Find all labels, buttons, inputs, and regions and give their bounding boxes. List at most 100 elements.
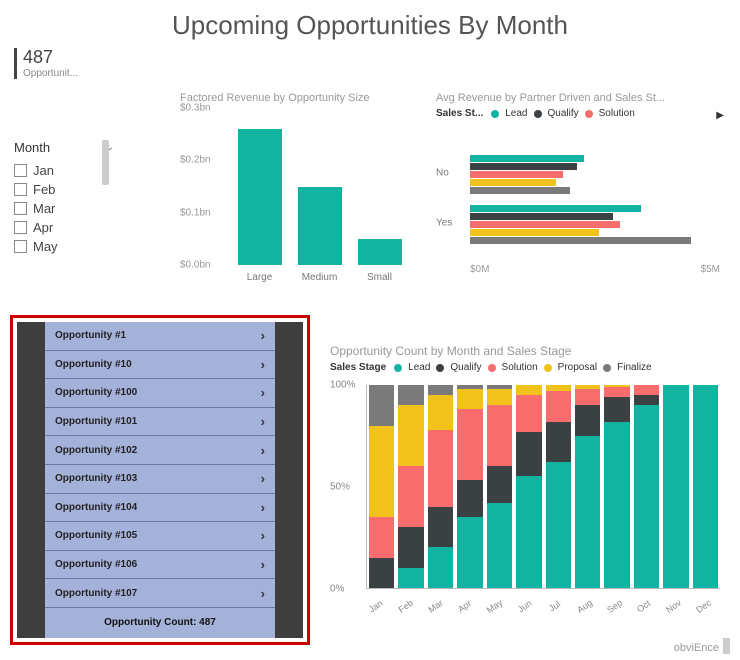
bar[interactable] bbox=[470, 163, 577, 170]
slicer-item[interactable]: Feb bbox=[14, 180, 114, 199]
chart-opportunity-count[interactable]: Opportunity Count by Month and Sales Sta… bbox=[330, 344, 726, 644]
list-item[interactable]: Opportunity #107› bbox=[45, 579, 275, 608]
chevron-right-icon[interactable]: › bbox=[261, 557, 265, 572]
list-item[interactable]: Opportunity #105› bbox=[45, 522, 275, 551]
chevron-right-icon[interactable]: › bbox=[261, 586, 265, 601]
bar-segment[interactable] bbox=[604, 397, 629, 421]
bar[interactable] bbox=[298, 187, 342, 266]
legend-next-icon[interactable]: ▶ bbox=[716, 110, 724, 121]
bar-segment[interactable] bbox=[369, 517, 394, 558]
bar-segment[interactable] bbox=[369, 385, 394, 426]
bar-segment[interactable] bbox=[634, 395, 659, 405]
stacked-bar[interactable] bbox=[546, 385, 571, 588]
bar[interactable] bbox=[470, 213, 613, 220]
bar-segment[interactable] bbox=[428, 507, 453, 548]
bar-segment[interactable] bbox=[634, 385, 659, 395]
checkbox-icon[interactable] bbox=[14, 240, 27, 253]
stacked-bar[interactable] bbox=[516, 385, 541, 588]
bar-segment[interactable] bbox=[604, 387, 629, 397]
list-item[interactable]: Opportunity #10› bbox=[45, 351, 275, 380]
list-item[interactable]: Opportunity #102› bbox=[45, 436, 275, 465]
stacked-bar[interactable] bbox=[487, 385, 512, 588]
bar[interactable] bbox=[470, 179, 556, 186]
chevron-right-icon[interactable]: › bbox=[261, 357, 265, 372]
bar-segment[interactable] bbox=[516, 385, 541, 395]
stacked-bar[interactable] bbox=[693, 385, 718, 588]
bar-segment[interactable] bbox=[604, 422, 629, 588]
bar-segment[interactable] bbox=[428, 430, 453, 507]
stacked-bar[interactable] bbox=[457, 385, 482, 588]
bar[interactable] bbox=[470, 155, 584, 162]
bar-segment[interactable] bbox=[457, 389, 482, 409]
bar-segment[interactable] bbox=[693, 385, 718, 588]
bar-segment[interactable] bbox=[516, 476, 541, 588]
checkbox-icon[interactable] bbox=[14, 183, 27, 196]
bar-segment[interactable] bbox=[428, 547, 453, 588]
bar-segment[interactable] bbox=[428, 395, 453, 430]
opportunity-list-visual[interactable]: Opportunity #1›Opportunity #10›Opportuni… bbox=[10, 315, 310, 645]
bar-segment[interactable] bbox=[369, 558, 394, 588]
bar-segment[interactable] bbox=[634, 405, 659, 588]
slicer-item[interactable]: Mar bbox=[14, 199, 114, 218]
stacked-bar[interactable] bbox=[428, 385, 453, 588]
bar-segment[interactable] bbox=[398, 466, 423, 527]
stacked-bar[interactable] bbox=[604, 385, 629, 588]
chart-factored-revenue[interactable]: Factored Revenue by Opportunity Size $0.… bbox=[180, 92, 415, 302]
bar[interactable] bbox=[358, 239, 402, 265]
bar[interactable] bbox=[470, 187, 570, 194]
list-item[interactable]: Opportunity #104› bbox=[45, 494, 275, 523]
bar-segment[interactable] bbox=[546, 462, 571, 588]
list-item[interactable]: Opportunity #103› bbox=[45, 465, 275, 494]
bar-segment[interactable] bbox=[457, 409, 482, 480]
chevron-right-icon[interactable]: › bbox=[261, 471, 265, 486]
bar-segment[interactable] bbox=[516, 395, 541, 432]
checkbox-icon[interactable] bbox=[14, 221, 27, 234]
bar-segment[interactable] bbox=[487, 503, 512, 588]
bar-segment[interactable] bbox=[546, 422, 571, 463]
bar-segment[interactable] bbox=[575, 405, 600, 435]
checkbox-icon[interactable] bbox=[14, 202, 27, 215]
bar[interactable] bbox=[470, 171, 563, 178]
bar-segment[interactable] bbox=[516, 432, 541, 477]
list-item[interactable]: Opportunity #100› bbox=[45, 379, 275, 408]
bar-segment[interactable] bbox=[457, 480, 482, 517]
bar[interactable] bbox=[470, 229, 599, 236]
stacked-bar[interactable] bbox=[398, 385, 423, 588]
bar-segment[interactable] bbox=[369, 426, 394, 517]
slicer-scrollbar[interactable] bbox=[102, 140, 109, 185]
bar[interactable] bbox=[238, 129, 282, 265]
bar[interactable] bbox=[470, 221, 620, 228]
bar[interactable] bbox=[470, 237, 691, 244]
bar-segment[interactable] bbox=[487, 466, 512, 503]
checkbox-icon[interactable] bbox=[14, 164, 27, 177]
stacked-bar[interactable] bbox=[575, 385, 600, 588]
list-item[interactable]: Opportunity #106› bbox=[45, 551, 275, 580]
slicer-item[interactable]: May bbox=[14, 237, 114, 256]
bar-segment[interactable] bbox=[398, 568, 423, 588]
chevron-right-icon[interactable]: › bbox=[261, 414, 265, 429]
chart-avg-revenue[interactable]: Avg Revenue by Partner Driven and Sales … bbox=[436, 92, 726, 302]
chevron-right-icon[interactable]: › bbox=[261, 328, 265, 343]
bar-segment[interactable] bbox=[457, 517, 482, 588]
slicer-item[interactable]: Jan bbox=[14, 161, 114, 180]
bar-segment[interactable] bbox=[398, 385, 423, 405]
bar-segment[interactable] bbox=[575, 389, 600, 405]
month-slicer[interactable]: Month ⌄ JanFebMarAprMay bbox=[14, 140, 114, 256]
bar-segment[interactable] bbox=[428, 385, 453, 395]
stacked-bar[interactable] bbox=[634, 385, 659, 588]
chevron-right-icon[interactable]: › bbox=[261, 528, 265, 543]
chevron-right-icon[interactable]: › bbox=[261, 443, 265, 458]
bar-segment[interactable] bbox=[546, 391, 571, 421]
chevron-right-icon[interactable]: › bbox=[261, 500, 265, 515]
slicer-header[interactable]: Month ⌄ bbox=[14, 140, 114, 155]
bar-segment[interactable] bbox=[398, 527, 423, 568]
bar-segment[interactable] bbox=[487, 389, 512, 405]
list-item[interactable]: Opportunity #1› bbox=[45, 322, 275, 351]
list-item[interactable]: Opportunity #101› bbox=[45, 408, 275, 437]
stacked-bar[interactable] bbox=[663, 385, 688, 588]
chevron-right-icon[interactable]: › bbox=[261, 385, 265, 400]
bar-segment[interactable] bbox=[398, 405, 423, 466]
bar-segment[interactable] bbox=[487, 405, 512, 466]
bar-segment[interactable] bbox=[575, 436, 600, 588]
bar-segment[interactable] bbox=[663, 385, 688, 588]
